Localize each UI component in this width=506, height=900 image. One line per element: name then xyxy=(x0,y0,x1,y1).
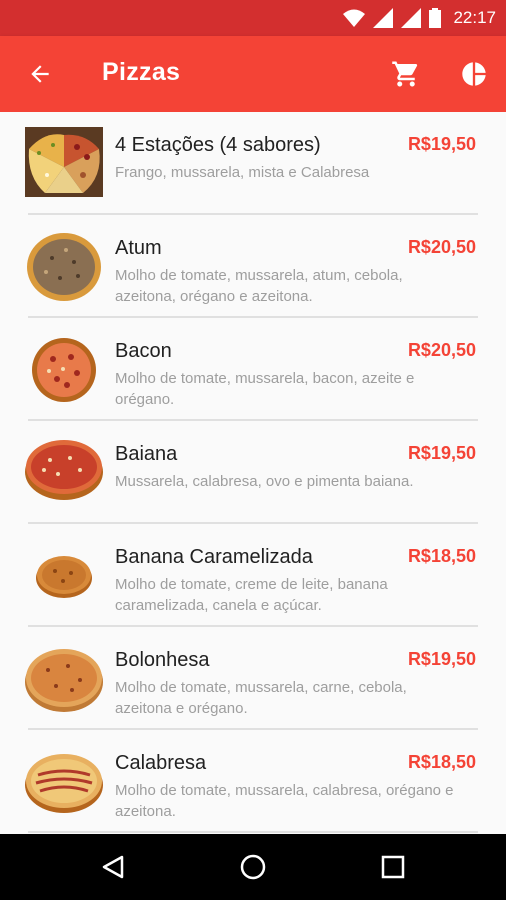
pizza-name: Calabresa xyxy=(115,752,207,774)
status-icons: 22:17 xyxy=(343,6,496,30)
pizza-name: Baiana xyxy=(115,443,178,465)
pizza-name: Banana Caramelizada xyxy=(115,546,313,568)
nav-back-icon xyxy=(102,855,124,879)
list-item[interactable]: Baiana R$19,50 Mussarela, calabresa, ovo… xyxy=(0,421,506,524)
pizza-4-estacoes-image xyxy=(25,127,103,197)
pizza-description: Mussarela, calabresa, ovo e pimenta baia… xyxy=(115,473,414,490)
divider xyxy=(28,831,478,833)
pizza-name: Bolonhesa xyxy=(115,649,210,671)
page-title: Pizzas xyxy=(102,58,181,86)
pizza-thumbnail xyxy=(22,431,106,507)
list-item[interactable]: Bolonhesa R$19,50 Molho de tomate, mussa… xyxy=(0,627,506,730)
pizza-thumbnail xyxy=(22,744,106,820)
list-item[interactable]: Bacon R$20,50 Molho de tomate, mussarela… xyxy=(0,318,506,421)
pizza-name: Bacon xyxy=(115,340,172,362)
back-button[interactable] xyxy=(18,52,62,96)
chart-button[interactable] xyxy=(452,52,496,96)
pizza-price: R$18,50 xyxy=(407,752,476,772)
battery-icon xyxy=(429,8,442,28)
pizza-bolonhesa-image xyxy=(25,649,103,712)
navigation-bar xyxy=(0,834,506,900)
nav-back-button[interactable] xyxy=(91,845,135,889)
pie-chart-icon xyxy=(462,62,486,86)
pizza-description: Frango, mussarela, mista e Calabresa xyxy=(115,164,370,181)
status-time: 22:17 xyxy=(453,8,496,27)
nav-home-button[interactable] xyxy=(231,845,275,889)
list-item[interactable]: Calabresa R$18,50 Molho de tomate, mussa… xyxy=(0,730,506,833)
pizza-thumbnail xyxy=(22,229,106,305)
pizza-description: Molho de tomate, creme de leite, banana … xyxy=(115,576,388,614)
cart-icon xyxy=(392,61,418,87)
app-bar: Pizzas xyxy=(0,36,506,112)
signal-icon-2 xyxy=(401,8,422,28)
pizza-thumbnail xyxy=(22,641,106,717)
pizza-price: R$19,50 xyxy=(407,134,476,154)
pizza-banana-caramelizada-image xyxy=(36,556,92,598)
pizza-name: Atum xyxy=(115,237,162,259)
pizza-description: Molho de tomate, mussarela, atum, cebola… xyxy=(115,267,403,305)
status-bar: 22:17 xyxy=(0,0,506,36)
list-item[interactable]: Banana Caramelizada R$18,50 Molho de tom… xyxy=(0,524,506,627)
nav-home-icon xyxy=(240,854,266,880)
wifi-icon xyxy=(343,9,366,27)
pizza-thumbnail xyxy=(22,124,106,200)
pizza-thumbnail xyxy=(22,332,106,408)
pizza-price: R$19,50 xyxy=(407,649,476,669)
pizza-description: Molho de tomate, mussarela, bacon, azeit… xyxy=(115,370,415,408)
pizza-name: 4 Estações (4 sabores) xyxy=(115,134,321,156)
pizza-price: R$20,50 xyxy=(407,340,476,360)
pizza-price: R$19,50 xyxy=(407,443,476,463)
pizza-list[interactable]: 4 Estações (4 sabores) R$19,50 Frango, m… xyxy=(0,112,506,834)
pizza-atum-image xyxy=(27,233,101,301)
arrow-back-icon xyxy=(31,65,49,83)
pizza-calabresa-image xyxy=(25,754,103,813)
list-item[interactable]: Atum R$20,50 Molho de tomate, mussarela,… xyxy=(0,215,506,318)
pizza-baiana-image xyxy=(25,440,103,500)
pizza-price: R$20,50 xyxy=(407,237,476,257)
cart-button[interactable] xyxy=(384,52,428,96)
pizza-bacon-image xyxy=(32,338,96,402)
pizza-price: R$18,50 xyxy=(407,546,476,566)
signal-icon xyxy=(373,8,394,28)
pizza-description: Molho de tomate, mussarela, carne, cebol… xyxy=(115,679,407,717)
pizza-thumbnail xyxy=(22,538,106,614)
pizza-description: Molho de tomate, mussarela, calabresa, o… xyxy=(115,782,454,820)
nav-recents-button[interactable] xyxy=(371,845,415,889)
list-item[interactable]: 4 Estações (4 sabores) R$19,50 Frango, m… xyxy=(0,112,506,215)
nav-recents-icon xyxy=(381,855,405,879)
